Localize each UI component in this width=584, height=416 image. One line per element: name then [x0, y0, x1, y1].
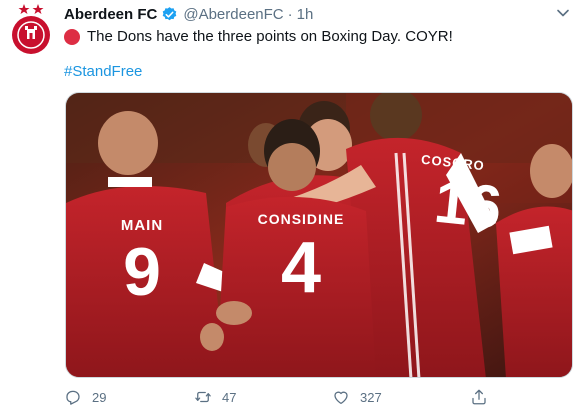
share-icon: [472, 389, 486, 405]
verified-badge-icon: [163, 6, 177, 20]
like-count: 327: [360, 389, 382, 405]
header-separator: ·: [287, 5, 293, 23]
like-button[interactable]: 327: [332, 386, 382, 408]
player-name-considine: CONSIDINE: [257, 211, 345, 227]
club-crest-avatar[interactable]: [8, 2, 54, 56]
reply-count: 29: [92, 389, 107, 405]
retweet-icon: [195, 391, 211, 403]
tweet-header: Aberdeen FC @AberdeenFC · 1h: [64, 5, 554, 23]
reply-icon: [66, 390, 80, 405]
red-circle-icon: [64, 29, 80, 45]
tweet-actions-bar: 29 47 327: [64, 386, 524, 408]
player-number-cosgro: 16: [431, 167, 505, 242]
player-name-main: MAIN: [120, 217, 164, 234]
tweet-card[interactable]: Aberdeen FC @AberdeenFC · 1h The Dons ha…: [0, 0, 584, 416]
tweet-photo[interactable]: MAIN 9 CONSIDINE 4 COSGRO 16: [65, 92, 573, 378]
chevron-down-icon[interactable]: [556, 6, 570, 20]
tweet-timestamp[interactable]: 1h: [297, 6, 314, 23]
tweet-body: The Dons have the three points on Boxing…: [87, 28, 453, 45]
retweet-count: 47: [222, 389, 237, 405]
heart-icon: [334, 391, 348, 405]
hashtag-link[interactable]: #StandFree: [64, 62, 142, 82]
retweet-button[interactable]: 47: [194, 386, 236, 408]
author-handle[interactable]: @AberdeenFC: [183, 6, 283, 23]
author-name[interactable]: Aberdeen FC: [64, 6, 157, 23]
reply-button[interactable]: 29: [64, 386, 106, 408]
tweet-text: The Dons have the three points on Boxing…: [64, 27, 453, 47]
share-button[interactable]: [470, 386, 498, 408]
player-number-considine: 4: [280, 228, 322, 308]
player-number-main: 9: [123, 234, 161, 310]
